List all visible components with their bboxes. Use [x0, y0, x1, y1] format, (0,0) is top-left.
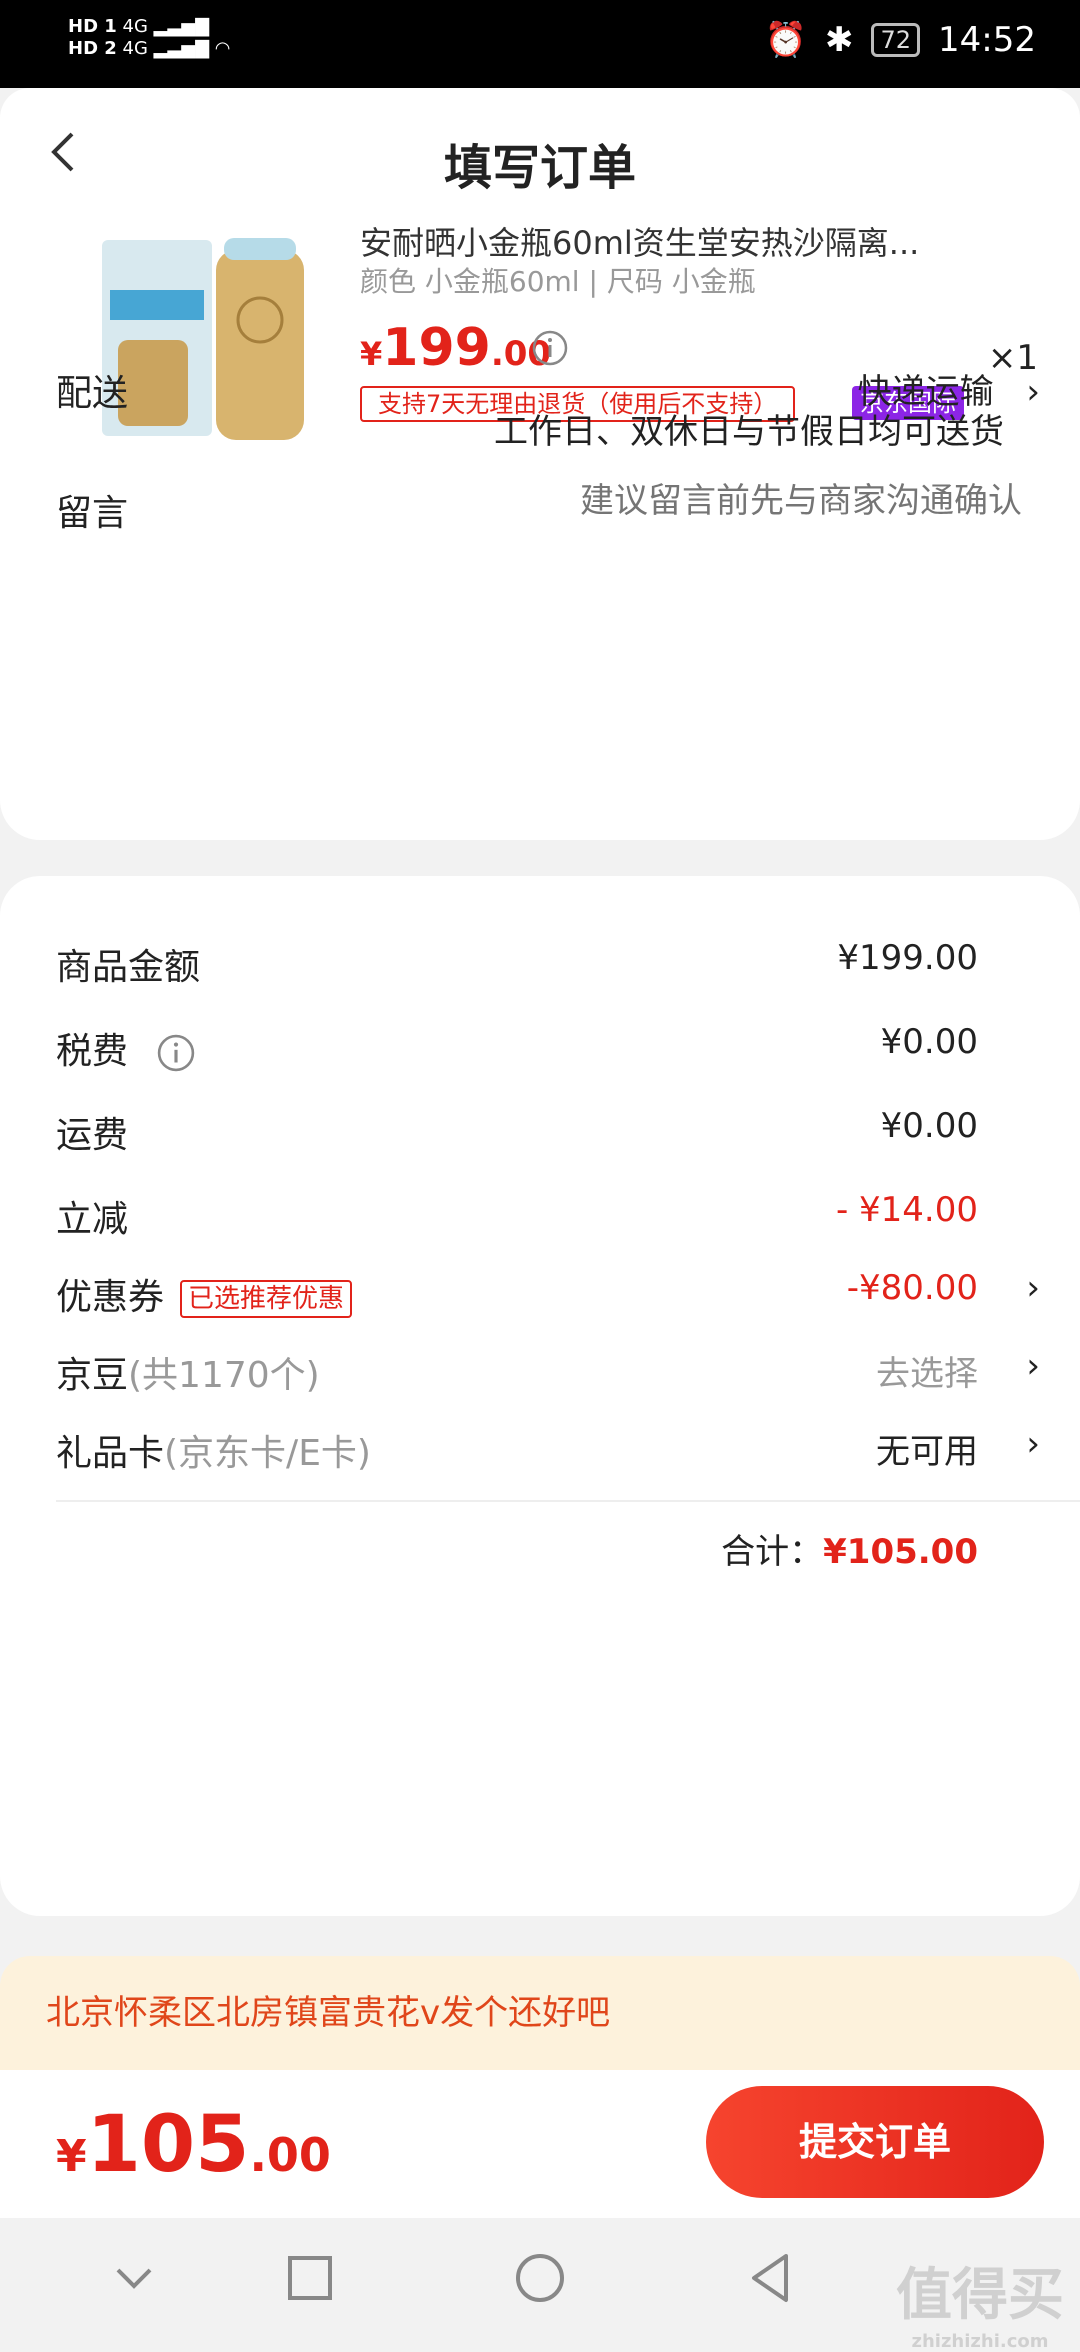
bluetooth-icon: ✱ [824, 20, 854, 60]
coupon-label-wrap: 优惠券 已选推荐优惠 [56, 1268, 353, 1320]
sim1-network: 4G [122, 16, 148, 37]
page-title: 填写订单 [443, 140, 636, 196]
recents-square-icon[interactable] [280, 2248, 340, 2308]
product-spec: 颜色 小金瓶60ml | 尺码 小金瓶 [360, 265, 756, 298]
tax-info-icon[interactable] [157, 1034, 195, 1072]
sim2-label: HD 2 [68, 38, 117, 59]
total-value: ¥105.00 [823, 1532, 978, 1572]
site-watermark: 值得买 zhizhizhi.com [896, 2250, 1064, 2352]
giftcard-label: 礼品卡 [56, 1433, 165, 1474]
instant-discount-label: 立减 [56, 1199, 129, 1240]
message-label: 留言 [56, 493, 129, 534]
wifi-icon: ◠ [214, 38, 231, 59]
watermark-url: zhizhizhi.com [911, 2331, 1049, 2352]
coupon-row[interactable]: 优惠券 已选推荐优惠 -¥80.00 › [56, 1268, 1040, 1328]
price-currency: ¥ [360, 335, 383, 373]
home-circle-icon[interactable] [510, 2248, 570, 2308]
jingdou-row[interactable]: 京豆(共1170个) 去选择 › [56, 1346, 1040, 1406]
chevron-right-icon: › [1026, 1346, 1040, 1386]
watermark-logo: 值得买 [896, 2263, 1064, 2328]
submit-order-button[interactable]: 提交订单 [706, 2086, 1044, 2198]
delivery-schedule: 工作日、双休日与节假日均可送货 [494, 412, 1004, 452]
sim2-network: 4G [122, 38, 148, 59]
goods-amount-label: 商品金额 [56, 947, 201, 988]
instant-discount-value: - ¥14.00 [835, 1190, 978, 1230]
instant-discount-row: 立减 - ¥14.00 [56, 1190, 1040, 1250]
signal-indicators: HD 1 4G ▂▃▅▇ HD 2 4G ▂▃▅▇ ◠ [68, 16, 231, 59]
summary-divider [56, 1500, 1080, 1502]
chevron-right-icon: › [1026, 372, 1040, 412]
status-bar: HD 1 4G ▂▃▅▇ HD 2 4G ▂▃▅▇ ◠ ⏰ ✱ 72 14:52 [0, 0, 1080, 88]
payable-currency: ¥ [56, 2131, 87, 2182]
goods-amount-row: 商品金额 ¥199.00 [56, 938, 1040, 998]
price-summary-card: 商品金额 ¥199.00 税费 ¥0.00 运费 ¥0.00 立减 - ¥14.… [0, 876, 1080, 1916]
page-header: 填写订单 [0, 88, 1080, 218]
price-integer: 199 [382, 318, 491, 378]
jingdou-select: 去选择 [876, 1354, 978, 1394]
chevron-right-icon: › [1026, 1424, 1040, 1464]
chevron-down-icon[interactable] [104, 2248, 164, 2308]
product-title[interactable]: 安耐晒小金瓶60ml资生堂安热沙隔离... [360, 218, 1020, 264]
product-price: ¥199.00 [360, 318, 551, 378]
shipping-row: 运费 ¥0.00 [56, 1106, 1040, 1166]
tax-label: 税费 [56, 1031, 129, 1072]
total-label: 合计： [721, 1532, 824, 1572]
chevron-right-icon: › [1026, 1268, 1040, 1308]
order-total: 合计：¥105.00 [721, 1524, 978, 1573]
tax-row: 税费 ¥0.00 [56, 1022, 1040, 1082]
goods-amount-value: ¥199.00 [837, 938, 978, 978]
jingdou-label-wrap: 京豆(共1170个) [56, 1346, 320, 1398]
alarm-icon: ⏰ [764, 20, 807, 60]
jingdou-label: 京豆 [56, 1355, 129, 1396]
back-triangle-icon[interactable] [740, 2248, 800, 2308]
checkout-bar: ¥105.00 提交订单 [0, 2070, 1080, 2218]
coupon-value: -¥80.00 [846, 1268, 978, 1308]
payable-amount: ¥105.00 [56, 2100, 331, 2190]
giftcard-type: (京东卡/E卡) [164, 1433, 371, 1474]
message-input[interactable] [460, 480, 1024, 522]
product-image[interactable] [96, 230, 314, 446]
info-icon[interactable] [532, 330, 568, 366]
order-item-card: 安耐晒小金瓶60ml资生堂安热沙隔离... 颜色 小金瓶60ml | 尺码 小金… [0, 218, 1080, 840]
payable-integer: 105 [86, 2100, 250, 2190]
giftcard-value: 无可用 [876, 1432, 978, 1472]
payable-decimal: .00 [249, 2128, 331, 2182]
battery-indicator: 72 [871, 23, 921, 57]
clock: 14:52 [938, 20, 1036, 60]
coupon-label: 优惠券 [56, 1277, 165, 1318]
giftcard-row[interactable]: 礼品卡(京东卡/E卡) 无可用 › [56, 1424, 1040, 1484]
coupon-recommended-tag: 已选推荐优惠 [180, 1280, 353, 1318]
jingdou-count: (共1170个) [128, 1355, 320, 1396]
shipping-label: 运费 [56, 1115, 129, 1156]
shipping-value: ¥0.00 [880, 1106, 978, 1146]
delivery-label: 配送 [56, 373, 129, 414]
tax-value: ¥0.00 [880, 1022, 978, 1062]
giftcard-label-wrap: 礼品卡(京东卡/E卡) [56, 1424, 371, 1476]
delivery-address-banner[interactable]: 北京怀柔区北房镇富贵花v发个还好吧 [0, 1956, 1080, 2070]
sim1-label: HD 1 [68, 16, 117, 37]
tax-label-wrap: 税费 [56, 1022, 195, 1074]
